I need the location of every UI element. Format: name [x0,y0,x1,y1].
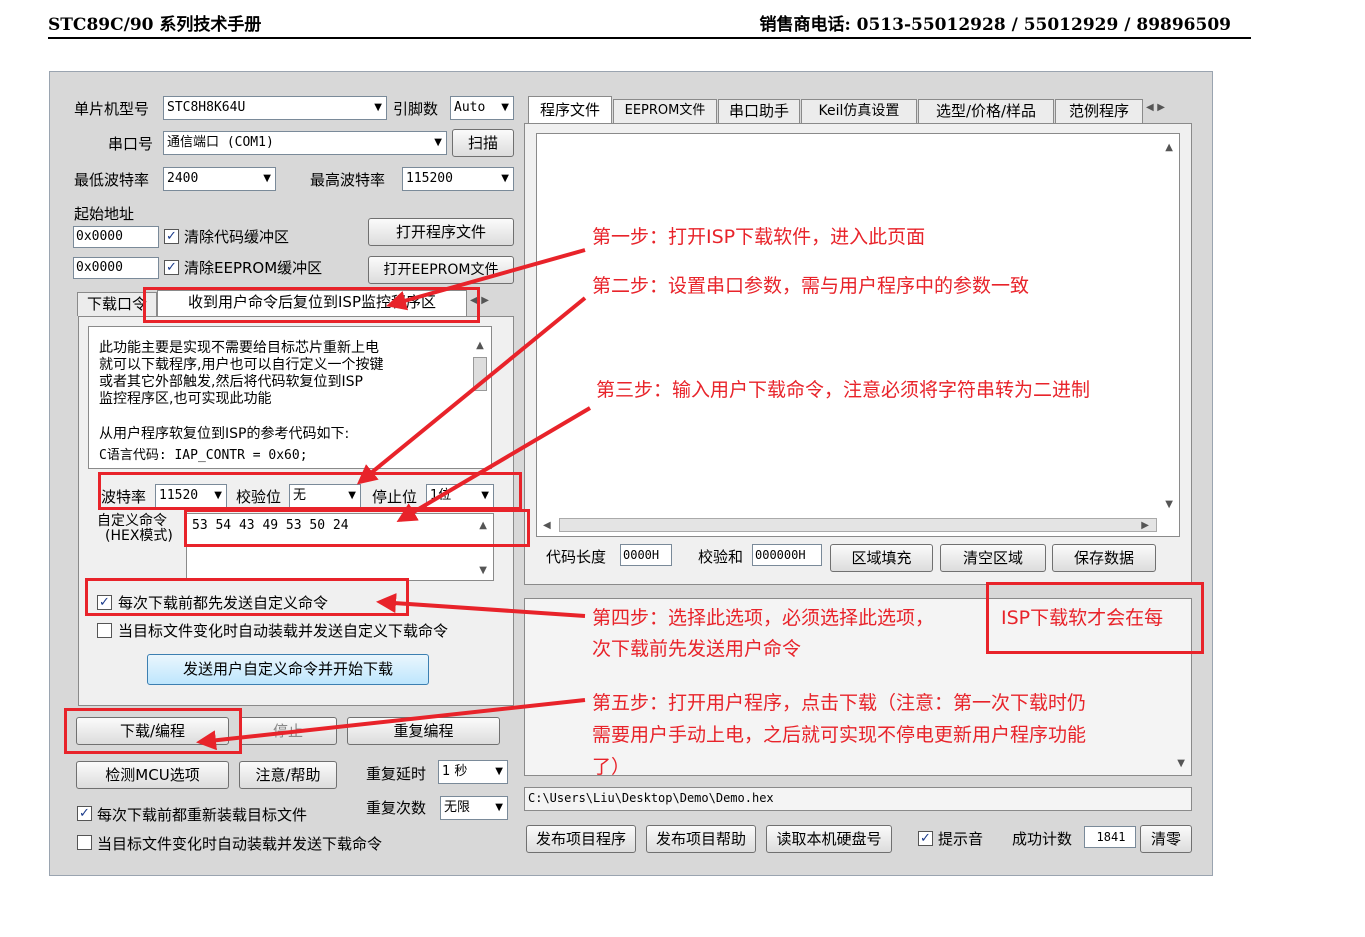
arrow-step1 [386,248,586,311]
step5-text-b: 需要用户手动上电，之后就可实现不停电更新用户程序功能 [592,724,1087,746]
step1-text: 第一步：打开ISP下载软件，进入此页面 [592,226,926,248]
step5-text-a: 第五步：打开用户程序，点击下载（注意：第一次下载时仍 [592,692,1087,714]
arrow-step5 [196,698,586,751]
step4-text-b: ISP下载软才会在每 [1001,607,1164,629]
annotation-arrows [196,248,592,751]
step4-text-a: 第四步：选择此选项，必须选择此选项， [592,607,935,629]
step2-text: 第二步：设置串口参数，需与用户程序中的参数一致 [592,275,1030,297]
arrow-step2 [356,296,587,485]
arrow-step4 [376,593,586,618]
step4-text-c: 次下载前先发送用户命令 [592,638,802,660]
step5-text-c: 了） [592,756,631,778]
step3-text: 第三步：输入用户下载命令，注意必须将字符串转为二进制 [596,379,1091,401]
